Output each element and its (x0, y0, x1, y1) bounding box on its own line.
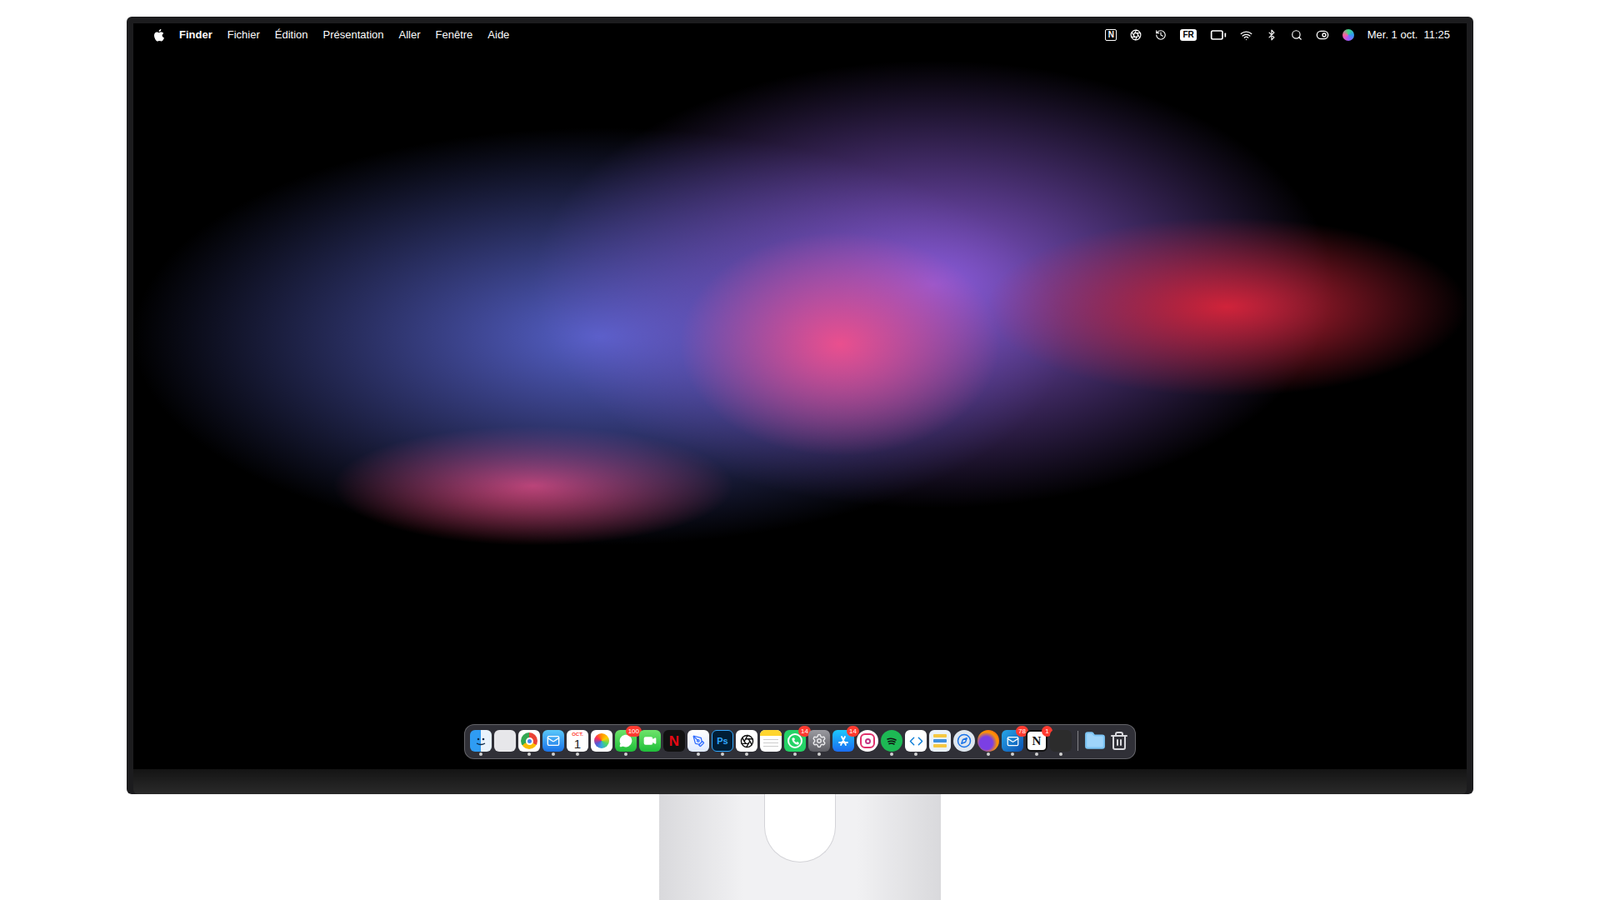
dock-item[interactable] (542, 730, 565, 752)
dock-item[interactable] (470, 730, 492, 752)
screen: Finder Fichier Édition Présentation Aller Fen… (133, 23, 1467, 770)
notion-status-item[interactable]: N (1105, 29, 1117, 41)
monitor: Finder Fichier Édition Présentation Aller Fen… (126, 16, 1474, 795)
running-indicator (890, 752, 894, 756)
running-indicator (793, 752, 797, 756)
menu-bar: Finder Fichier Édition Présentation Aller Fen… (133, 23, 1467, 47)
settings-icon (808, 730, 830, 752)
running-indicator (1059, 752, 1063, 756)
figma-icon (1050, 730, 1072, 752)
running-indicator (624, 752, 628, 756)
running-indicator (1035, 752, 1039, 756)
dock-item[interactable]: OCT.1 (566, 730, 589, 752)
wifi-icon[interactable] (1240, 29, 1253, 42)
page: Finder Fichier Édition Présentation Aller Fen… (0, 0, 1600, 900)
photos-icon (590, 730, 613, 752)
siri-icon[interactable] (1342, 29, 1355, 41)
dock-item[interactable]: 14 (784, 730, 806, 752)
dock-item[interactable] (494, 730, 516, 752)
keka-icon (929, 730, 951, 752)
running-indicator (479, 752, 483, 756)
monitor-chin (133, 769, 1467, 795)
calendar-icon: OCT.1 (566, 730, 589, 752)
running-indicator (696, 752, 700, 756)
input-source[interactable]: FR (1180, 29, 1196, 41)
launchpad-icon (494, 730, 516, 752)
clock[interactable]: Mer. 1 oct.11:25 (1367, 26, 1450, 44)
date: Mer. 1 oct. (1367, 26, 1419, 44)
time-machine-icon[interactable] (1155, 29, 1167, 41)
menu-item[interactable]: Édition (275, 26, 309, 44)
dock-item[interactable] (639, 730, 661, 752)
bluetooth-icon[interactable] (1265, 29, 1278, 41)
dock-item[interactable]: 100 (615, 730, 637, 752)
netflix-icon: N (663, 730, 685, 752)
dock-item[interactable] (687, 730, 710, 752)
dock-item[interactable]: N (663, 730, 685, 752)
control-center-icon[interactable] (1315, 28, 1330, 42)
dock-item[interactable] (1084, 730, 1106, 752)
dock-item[interactable] (929, 730, 951, 752)
running-indicator (720, 752, 725, 756)
downloads-folder-icon (1084, 730, 1106, 752)
instagram-icon (856, 730, 879, 752)
firefox-icon (977, 730, 1000, 752)
dock-item[interactable] (880, 730, 903, 752)
dock-item[interactable]: N1 (1025, 730, 1048, 752)
dock-item[interactable] (977, 730, 1000, 752)
menu-item[interactable]: Aller (399, 26, 421, 44)
dock-item[interactable]: 78 (1001, 730, 1024, 752)
apple-logo-icon[interactable] (153, 29, 165, 42)
facetime-icon (639, 730, 661, 752)
running-indicator (914, 752, 918, 756)
menu-item[interactable]: Fenêtre (435, 26, 474, 44)
dock-item[interactable]: Ps (711, 730, 734, 752)
desktop: OCT.1 100 N Ps 14 14 78N1 (133, 46, 1467, 770)
dock-item[interactable] (735, 730, 758, 752)
stand-cutout (764, 794, 836, 863)
chatgpt-icon (735, 730, 758, 752)
pen-tool-icon (687, 730, 710, 752)
dock-item[interactable] (760, 730, 782, 752)
spotify-icon (880, 730, 903, 752)
compass-icon (953, 730, 975, 752)
photoshop-icon: Ps (711, 730, 734, 752)
dock: OCT.1 100 N Ps 14 14 78N1 (464, 724, 1136, 760)
dock-item[interactable] (1050, 730, 1072, 752)
dock-item[interactable] (905, 730, 927, 752)
running-indicator (575, 752, 580, 756)
running-indicator (986, 752, 990, 756)
battery-icon[interactable] (1210, 26, 1227, 44)
finder-icon (470, 730, 492, 752)
dock-item[interactable] (808, 730, 830, 752)
spotlight-icon[interactable] (1290, 29, 1303, 41)
dock-item[interactable] (1108, 730, 1130, 752)
running-indicator (1010, 752, 1015, 756)
dock-item[interactable] (590, 730, 613, 752)
running-indicator (551, 752, 555, 756)
menu-item[interactable]: Aide (487, 26, 510, 44)
menu-item[interactable]: Présentation (323, 26, 385, 44)
dock-item[interactable] (518, 730, 540, 752)
mail-icon (542, 730, 565, 752)
running-indicator (527, 752, 531, 756)
dock-separator (1077, 730, 1079, 751)
dock-item[interactable] (953, 730, 975, 752)
vscode-icon (905, 730, 927, 752)
dock-item[interactable]: 14 (832, 730, 855, 752)
dock-item[interactable] (856, 730, 879, 752)
monitor-stand (659, 794, 941, 900)
trash-icon (1108, 730, 1130, 752)
running-indicator (745, 752, 749, 756)
menu-item[interactable]: Fichier (227, 26, 260, 44)
chatgpt-status-icon[interactable] (1130, 29, 1142, 41)
menu-app-name[interactable]: Finder (179, 26, 213, 44)
chrome-icon (518, 730, 540, 752)
time: 11:25 (1423, 26, 1450, 44)
notes-icon (760, 730, 782, 752)
running-indicator (817, 752, 821, 756)
